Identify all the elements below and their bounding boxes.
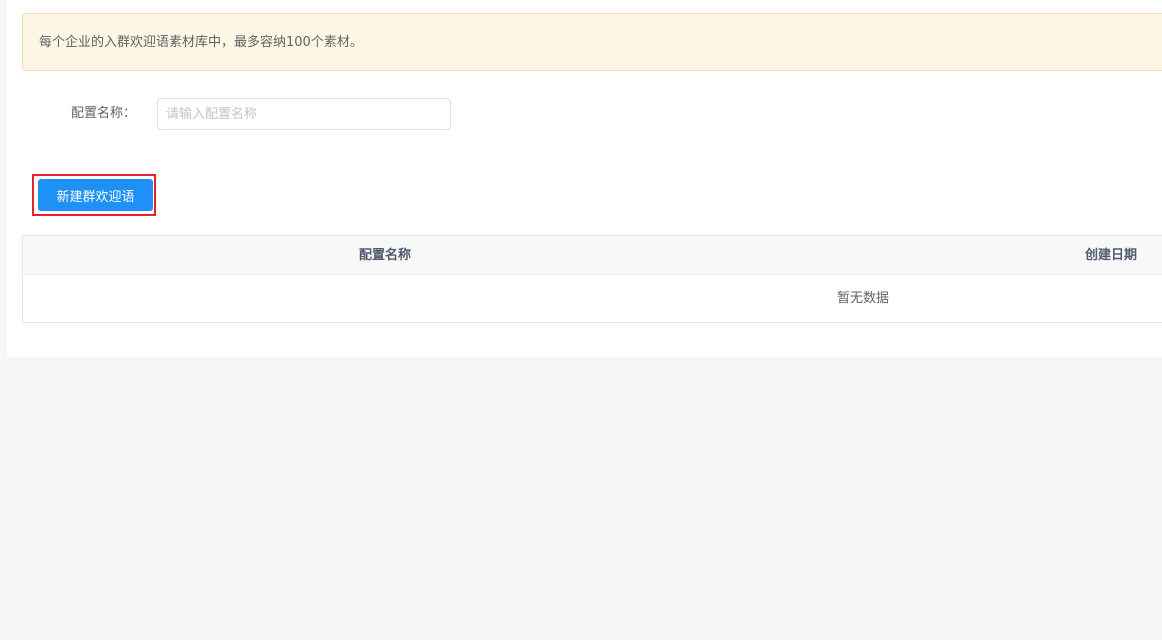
config-name-label: 配置名称： <box>71 106 137 121</box>
info-alert-text: 每个企业的入群欢迎语素材库中，最多容纳100个素材。 <box>39 35 363 50</box>
config-name-input[interactable] <box>157 98 451 130</box>
table-header: 配置名称 创建日期 <box>23 236 1162 275</box>
column-header-created-date[interactable]: 创建日期 <box>1085 236 1137 275</box>
column-header-config-name[interactable]: 配置名称 <box>359 236 411 275</box>
content-panel: 每个企业的入群欢迎语素材库中，最多容纳100个素材。 配置名称： 新建群欢迎语 … <box>5 0 1162 359</box>
info-alert: 每个企业的入群欢迎语素材库中，最多容纳100个素材。 <box>22 13 1162 71</box>
new-welcome-message-button[interactable]: 新建群欢迎语 <box>38 179 153 211</box>
empty-text: 暂无数据 <box>837 291 890 306</box>
welcome-message-table: 配置名称 创建日期 暂无数据 <box>22 235 1162 323</box>
table-empty-row: 暂无数据 <box>23 276 1162 322</box>
